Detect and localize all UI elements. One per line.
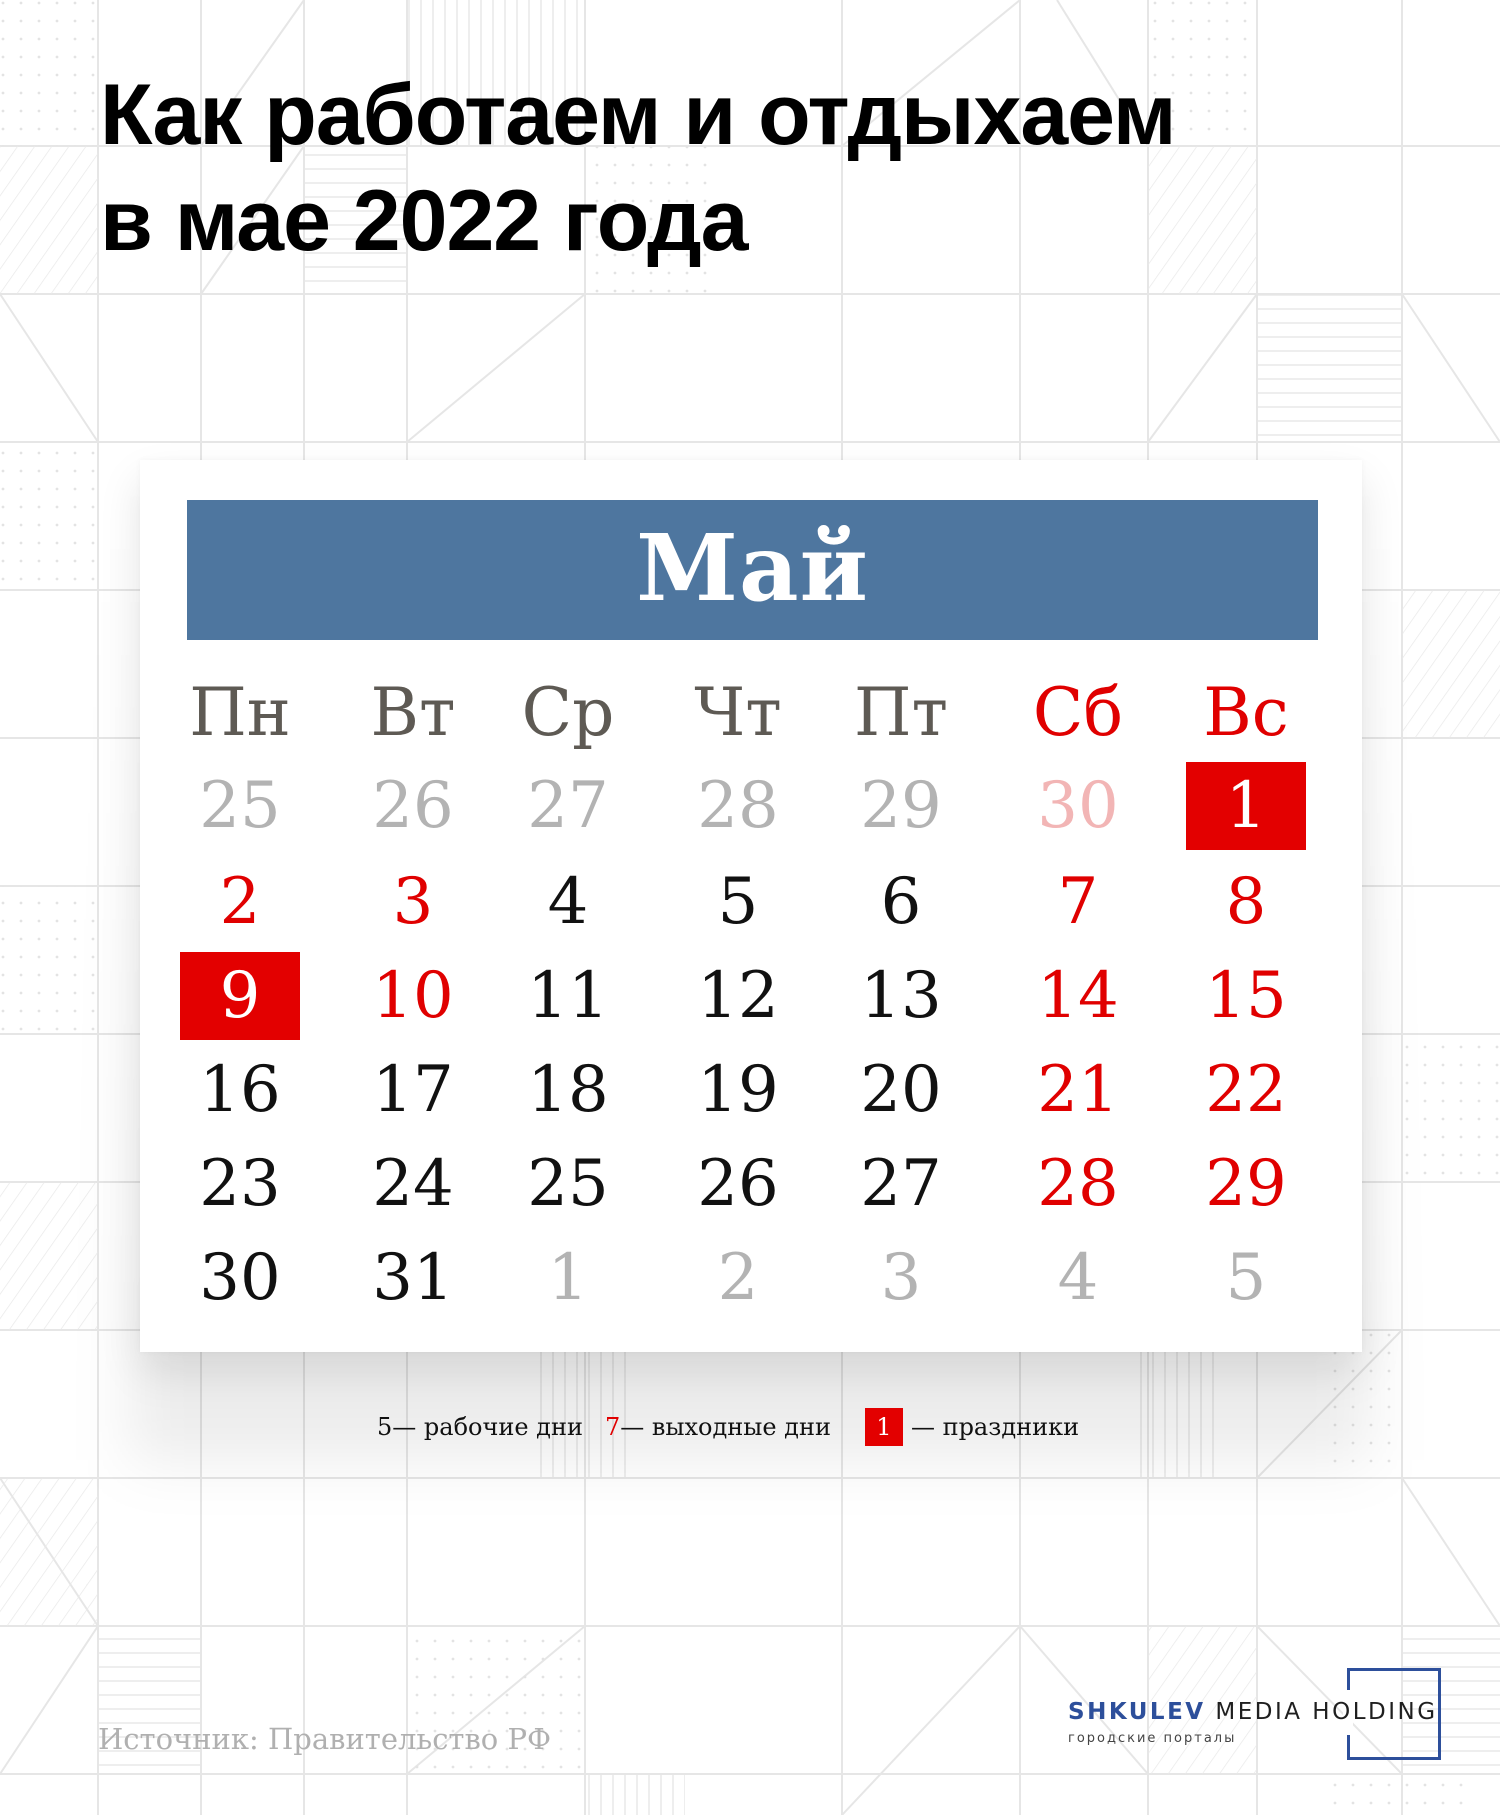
calendar-day-holiday: 9 (180, 952, 300, 1040)
calendar-week-row: 9 10 11 12 13 14 15 (0, 952, 1500, 1042)
calendar-day: 28 (697, 769, 779, 843)
calendar-day: 8 (1225, 865, 1267, 939)
calendar-day: 29 (1205, 1147, 1287, 1221)
calendar-day: 2 (717, 1241, 759, 1315)
weekday-label: Чт (694, 674, 782, 751)
calendar-day: 16 (199, 1053, 281, 1127)
weekday-label: Вс (1203, 674, 1289, 751)
calendar-day: 31 (372, 1241, 454, 1315)
weekday-label: Ср (521, 674, 615, 751)
calendar-day: 26 (697, 1147, 779, 1221)
title-line-1: Как работаем и отдыхаем (100, 67, 1176, 163)
calendar-day: 27 (860, 1147, 942, 1221)
calendar-day: 5 (717, 865, 759, 939)
calendar-day: 27 (527, 769, 609, 843)
weekday-label: Вт (370, 674, 456, 751)
weekday-label: Пт (853, 674, 949, 751)
calendar-day: 26 (372, 769, 454, 843)
legend-holiday-text: — праздники (910, 1413, 1080, 1441)
calendar-day: 25 (199, 769, 281, 843)
calendar-day: 6 (880, 865, 922, 939)
calendar-week-row: 23 24 25 26 27 28 29 (0, 1140, 1500, 1230)
legend-work-text: — рабочие дни (392, 1413, 583, 1441)
calendar-day: 12 (697, 959, 779, 1033)
calendar-day: 21 (1037, 1053, 1119, 1127)
title-line-2: в мае 2022 года (100, 173, 749, 269)
source-note: Источник: Правительство РФ (98, 1722, 552, 1756)
calendar-day: 19 (697, 1053, 779, 1127)
calendar-day: 30 (199, 1241, 281, 1315)
calendar-day: 15 (1205, 959, 1287, 1033)
calendar-week-row: 16 17 18 19 20 21 22 (0, 1046, 1500, 1136)
weekday-label: Сб (1032, 674, 1124, 751)
calendar-day: 4 (1057, 1241, 1099, 1315)
calendar-day: 28 (1037, 1147, 1119, 1221)
calendar-day: 3 (880, 1241, 922, 1315)
legend-holiday-sample: 1 (864, 1408, 903, 1446)
page-title: Как работаем и отдыхаем в мае 2022 года (100, 62, 1400, 274)
logo-title: SHKULEV MEDIA HOLDING (1068, 1699, 1438, 1725)
month-header: Май (187, 500, 1318, 640)
calendar-day: 10 (372, 959, 454, 1033)
calendar-week-row: 2 3 4 5 6 7 8 (0, 858, 1500, 948)
calendar-day: 20 (860, 1053, 942, 1127)
weekday-header-row: Пн Вт Ср Чт Пт Сб Вс (0, 668, 1500, 758)
legend-work-sample: 5 (377, 1413, 393, 1441)
calendar-day: 2 (219, 865, 261, 939)
weekday-label: Пн (189, 674, 291, 751)
calendar-day: 4 (547, 865, 589, 939)
calendar-day: 29 (860, 769, 942, 843)
calendar-day: 17 (372, 1053, 454, 1127)
calendar-week-row: 25 26 27 28 29 30 1 (0, 762, 1500, 852)
logo-brand: SHKULEV (1068, 1699, 1206, 1725)
calendar-day: 11 (527, 959, 609, 1033)
calendar-day: 3 (392, 865, 434, 939)
month-label: Май (636, 514, 869, 622)
calendar-day: 18 (527, 1053, 609, 1127)
calendar-day: 13 (860, 959, 942, 1033)
calendar-week-row: 30 31 1 2 3 4 5 (0, 1234, 1500, 1324)
calendar-day: 22 (1205, 1053, 1287, 1127)
calendar-day: 7 (1057, 865, 1099, 939)
calendar-day: 5 (1225, 1241, 1267, 1315)
calendar-day: 30 (1037, 769, 1119, 843)
legend-weekend-sample: 7 (604, 1413, 621, 1441)
calendar-day: 1 (547, 1241, 589, 1315)
legend: 5 — рабочие дни 7 — выходные дни 1 — пра… (377, 1407, 1079, 1447)
publisher-logo: SHKULEV MEDIA HOLDING городские порталы (1060, 1668, 1480, 1768)
calendar-day: 25 (527, 1147, 609, 1221)
calendar-day: 24 (372, 1147, 454, 1221)
logo-subtitle: городские порталы (1068, 1731, 1237, 1746)
legend-weekend-text: — выходные дни (620, 1413, 831, 1441)
calendar-day: 14 (1037, 959, 1119, 1033)
logo-rest: MEDIA HOLDING (1205, 1699, 1438, 1725)
calendar-day: 23 (199, 1147, 281, 1221)
calendar-day-holiday: 1 (1186, 762, 1306, 850)
